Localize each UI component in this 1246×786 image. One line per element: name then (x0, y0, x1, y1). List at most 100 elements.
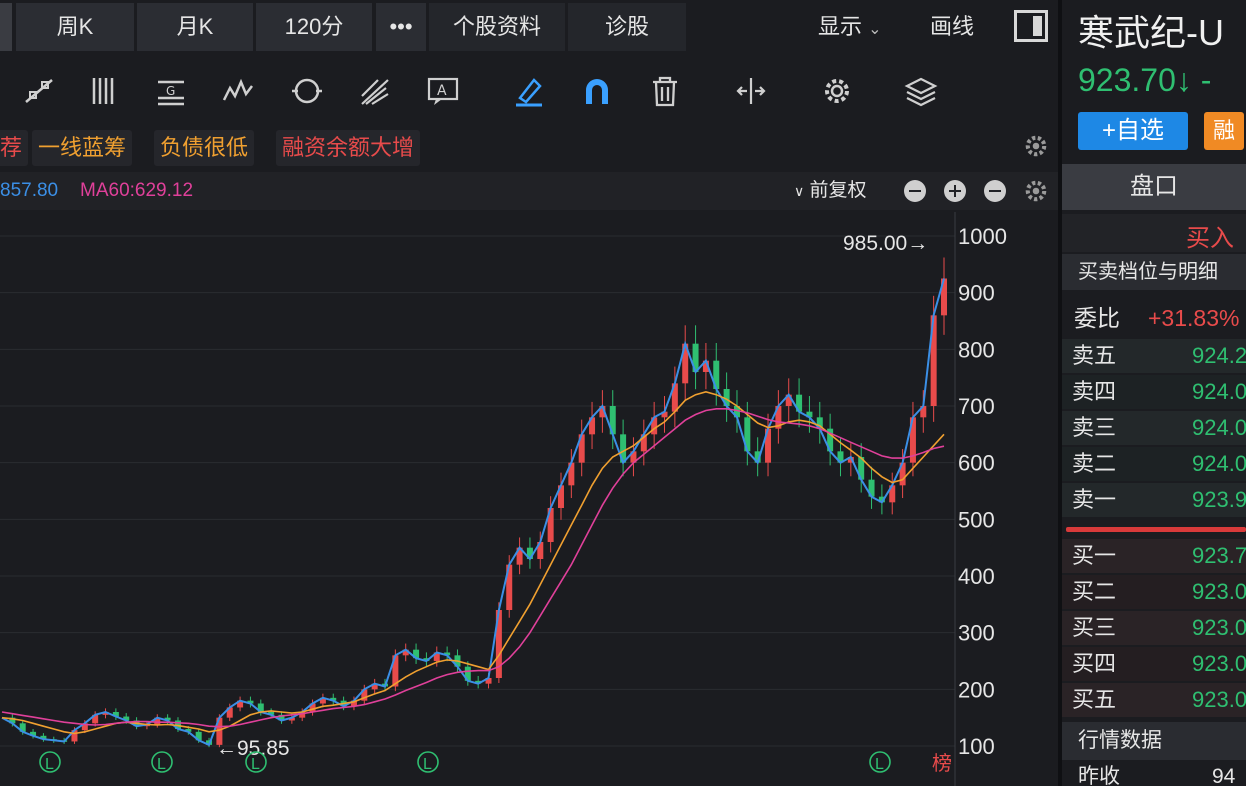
ask-row-1[interactable]: 卖五 924.2 (1062, 339, 1246, 373)
bid-label: 买一 (1072, 543, 1117, 568)
ask-label: 卖三 (1072, 415, 1117, 440)
tag-bluechip[interactable]: 一线蓝筹 (32, 130, 133, 166)
y-tick-label: 1000 (958, 224, 1007, 249)
down-arrow-icon: ↓ (1175, 62, 1192, 98)
layout-toggle-icon[interactable] (1014, 10, 1048, 42)
ask-row-5[interactable]: 卖一 923.9 (1062, 483, 1246, 517)
text-note-icon[interactable]: A (426, 74, 460, 108)
y-tick-label: 400 (958, 564, 995, 589)
tab-day[interactable] (0, 3, 12, 51)
bid-price: 923.0 (1192, 615, 1246, 640)
display-menu[interactable]: 显示 ⌄ (818, 3, 882, 51)
period-tabbar: 周K 月K 120分 ••• 个股资料 诊股 显示 ⌄ 画线 (0, 0, 1060, 54)
zoom-out-icon[interactable] (984, 180, 1006, 202)
depth-title[interactable]: 买卖档位与明细 (1062, 254, 1246, 290)
bid-label: 买二 (1072, 579, 1117, 604)
y-tick-label: 900 (958, 281, 995, 306)
stock-name: 寒武纪-U (1078, 12, 1224, 53)
limit-marker-label: L (251, 756, 260, 773)
ask-label: 卖五 (1072, 343, 1117, 368)
fan-lines-icon[interactable] (358, 74, 392, 108)
limit-marker-label: L (423, 756, 432, 773)
bid-row-5[interactable]: 买五 923.0 (1062, 683, 1246, 717)
gear-icon[interactable] (1022, 132, 1050, 160)
tab-order-book[interactable]: 盘口 (1062, 164, 1246, 210)
y-tick-label: 600 (958, 451, 995, 476)
more-tabs-button[interactable]: ••• (376, 3, 426, 51)
y-tick-label: 100 (958, 734, 995, 759)
price-value: 923.70 (1078, 62, 1176, 98)
bid-row-4[interactable]: 买四 923.0 (1062, 647, 1246, 681)
tag-margin-increase[interactable]: 融资余额大增 (276, 130, 421, 166)
ma60-value: MA60:629.12 (80, 180, 194, 201)
tag-low-debt[interactable]: 负债很低 (154, 130, 255, 166)
split-icon[interactable] (734, 74, 768, 108)
ma30-value: 857.80 (0, 180, 59, 201)
price-change: - (1200, 62, 1212, 98)
y-tick-label: 700 (958, 394, 995, 419)
layers-icon[interactable] (904, 74, 938, 108)
ask-label: 卖四 (1072, 379, 1117, 404)
bid-price: 923.0 (1192, 687, 1246, 712)
drawing-toolbar: G A (0, 62, 1060, 120)
magnet-icon[interactable] (580, 74, 614, 108)
ask-row-2[interactable]: 卖四 924.0 (1062, 375, 1246, 409)
adjust-dropdown[interactable]: ∨ 前复权 (794, 172, 867, 210)
weibi-label: 委比 (1074, 305, 1120, 331)
ask-row-3[interactable]: 卖三 924.0 (1062, 411, 1246, 445)
bid-row-2[interactable]: 买二 923.0 (1062, 575, 1246, 609)
bid-label: 买五 (1072, 687, 1117, 712)
ask-price: 924.0 (1192, 451, 1246, 476)
bid-row-1[interactable]: 买一 923.7 (1062, 539, 1246, 573)
draw-line-button[interactable]: 画线 (930, 3, 974, 51)
ask-price: 924.0 (1192, 415, 1246, 440)
wave-line-icon[interactable] (222, 74, 256, 108)
collapse-icon[interactable] (904, 180, 926, 202)
parallel-lines-icon[interactable] (88, 74, 122, 108)
quote-panel: 寒武纪-U 923.70↓ - +自选 融 盘口 买入 买卖档位与明细 委比 +… (1062, 0, 1246, 786)
bid-price: 923.0 (1192, 651, 1246, 676)
cycle-icon[interactable] (290, 74, 324, 108)
ma-legend-bar: 857.80 MA60:629.12 ∨ 前复权 (0, 172, 1060, 210)
kline-chart-svg: 1000900800700600500400300200100985.00→←9… (0, 212, 1007, 786)
chevron-down-icon: ⌄ (868, 21, 882, 38)
text-grid-icon[interactable]: G (154, 74, 188, 108)
bid-row-3[interactable]: 买三 923.0 (1062, 611, 1246, 645)
add-watchlist-button[interactable]: +自选 (1078, 112, 1188, 150)
tab-profile[interactable]: 个股资料 (429, 3, 565, 51)
trend-line-icon[interactable] (22, 74, 56, 108)
tab-120min[interactable]: 120分 (256, 3, 372, 51)
kline-chart[interactable]: 1000 900 800 700 600 500 400 300 200 100 985.00→ ←9… (0, 212, 1060, 786)
svg-text:A: A (437, 83, 447, 99)
trash-icon[interactable] (648, 74, 682, 108)
prev-close-value: 94 (1212, 765, 1236, 786)
tab-month[interactable]: 月K (137, 3, 253, 51)
stock-price: 923.70↓ - (1078, 62, 1246, 104)
ask-label: 卖二 (1072, 451, 1117, 476)
bid-label: 买四 (1072, 651, 1117, 676)
tag-recommend[interactable]: 荐 (0, 130, 29, 166)
stock-tags: 荐 一线蓝筹 负债很低 融资余额大增 (0, 128, 1060, 168)
tab-diagnose[interactable]: 诊股 (568, 3, 686, 51)
svg-text:G: G (166, 84, 175, 98)
y-tick-label: 300 (958, 621, 995, 646)
spread-divider (1066, 527, 1246, 532)
ask-price: 923.9 (1192, 487, 1246, 512)
buy-label[interactable]: 买入 (1186, 218, 1234, 253)
highlighter-icon[interactable] (512, 74, 546, 108)
ask-price: 924.0 (1192, 379, 1246, 404)
limit-marker-label: L (875, 756, 884, 773)
bid-price: 923.0 (1192, 579, 1246, 604)
limit-marker-label: L (45, 756, 54, 773)
gear-icon[interactable] (820, 74, 854, 108)
ask-price: 924.2 (1192, 343, 1246, 368)
gear-icon[interactable] (1022, 177, 1050, 205)
margin-badge[interactable]: 融 (1204, 112, 1244, 150)
zoom-in-icon[interactable] (944, 180, 966, 202)
chart-pane: 周K 月K 120分 ••• 个股资料 诊股 显示 ⌄ 画线 G A 荐 一线蓝… (0, 0, 1060, 786)
ask-row-4[interactable]: 卖二 924.0 (1062, 447, 1246, 481)
y-tick-label: 500 (958, 507, 995, 532)
bid-label: 买三 (1072, 615, 1117, 640)
tab-week[interactable]: 周K (16, 3, 134, 51)
market-data-title[interactable]: 行情数据 (1062, 722, 1246, 760)
